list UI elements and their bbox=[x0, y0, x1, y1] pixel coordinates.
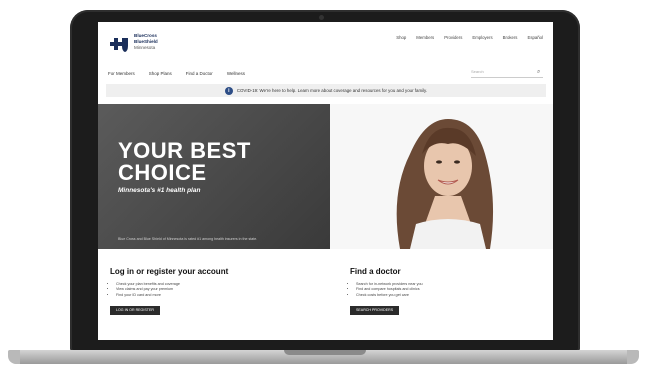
nav-item-wellness[interactable]: Wellness bbox=[227, 71, 245, 76]
hero-footnote: Blue Cross and Blue Shield of Minnesota … bbox=[118, 237, 258, 241]
hero-panel: YOUR BEST CHOICE Minnesota's #1 health p… bbox=[98, 104, 330, 249]
notice-banner[interactable]: i COVID-19: We're here to help. Learn mo… bbox=[106, 84, 546, 97]
find-doctor-list: Search for in-network providers near you… bbox=[350, 282, 423, 298]
account-benefits-list: Check your plan benefits and coverage Vi… bbox=[110, 282, 228, 298]
utility-link-members[interactable]: Members bbox=[416, 35, 434, 40]
utility-link-providers[interactable]: Providers bbox=[444, 35, 462, 40]
list-item: Check costs before you get care bbox=[356, 293, 423, 298]
find-doctor-title: Find a doctor bbox=[350, 267, 401, 276]
utility-link-shop[interactable]: Shop bbox=[396, 35, 406, 40]
nav-item-shop-plans[interactable]: Shop Plans bbox=[149, 71, 172, 76]
account-title: Log in or register your account bbox=[110, 267, 229, 276]
laptop-screen: BlueCross BlueShield Minnesota Shop Memb… bbox=[98, 22, 553, 340]
brand-line-3: Minnesota bbox=[134, 45, 156, 50]
login-register-button[interactable]: LOG IN OR REGISTER bbox=[110, 306, 160, 316]
search-input[interactable]: Search ⌕ bbox=[471, 69, 543, 78]
hero-photo-panel bbox=[330, 104, 553, 249]
base-right-foot bbox=[627, 350, 639, 364]
site-header: BlueCross BlueShield Minnesota Shop Memb… bbox=[98, 22, 553, 64]
search-placeholder: Search bbox=[471, 69, 484, 74]
utility-link-language[interactable]: Español bbox=[527, 35, 543, 40]
search-icon[interactable]: ⌕ bbox=[537, 69, 543, 75]
nav-item-find-doctor[interactable]: Find a Doctor bbox=[186, 71, 213, 76]
nav-item-members[interactable]: For Members bbox=[108, 71, 135, 76]
find-doctor-section: Find a doctor Search for in-network prov… bbox=[350, 267, 423, 316]
base-left-foot bbox=[8, 350, 20, 364]
laptop-device: BlueCross BlueShield Minnesota Shop Memb… bbox=[0, 0, 647, 378]
brand-name: BlueCross BlueShield Minnesota bbox=[134, 33, 158, 51]
hero-tagline: Minnesota's #1 health plan bbox=[118, 187, 201, 194]
utility-nav: Shop Members Providers Employers Brokers… bbox=[396, 35, 543, 40]
list-item: Find your ID card and more bbox=[116, 293, 228, 298]
hero-title: YOUR BEST CHOICE bbox=[118, 140, 251, 184]
laptop-base bbox=[8, 350, 639, 364]
bluecross-logo-icon[interactable] bbox=[108, 35, 130, 53]
info-icon: i bbox=[224, 86, 233, 95]
utility-link-brokers[interactable]: Brokers bbox=[503, 35, 518, 40]
account-section: Log in or register your account Check yo… bbox=[110, 267, 228, 316]
webcam-dot bbox=[319, 15, 324, 20]
main-nav: For Members Shop Plans Find a Doctor Wel… bbox=[108, 71, 245, 76]
hero-section: YOUR BEST CHOICE Minnesota's #1 health p… bbox=[98, 104, 553, 249]
search-providers-button[interactable]: SEARCH PROVIDERS bbox=[350, 306, 400, 316]
utility-link-employers[interactable]: Employers bbox=[472, 35, 492, 40]
hero-title-line-2: CHOICE bbox=[118, 160, 207, 185]
trackpad-notch bbox=[284, 350, 366, 355]
hero-title-line-1: YOUR BEST bbox=[118, 138, 251, 163]
notice-text: COVID-19: We're here to help. Learn more… bbox=[236, 88, 428, 93]
smiling-woman-photo bbox=[330, 104, 553, 249]
